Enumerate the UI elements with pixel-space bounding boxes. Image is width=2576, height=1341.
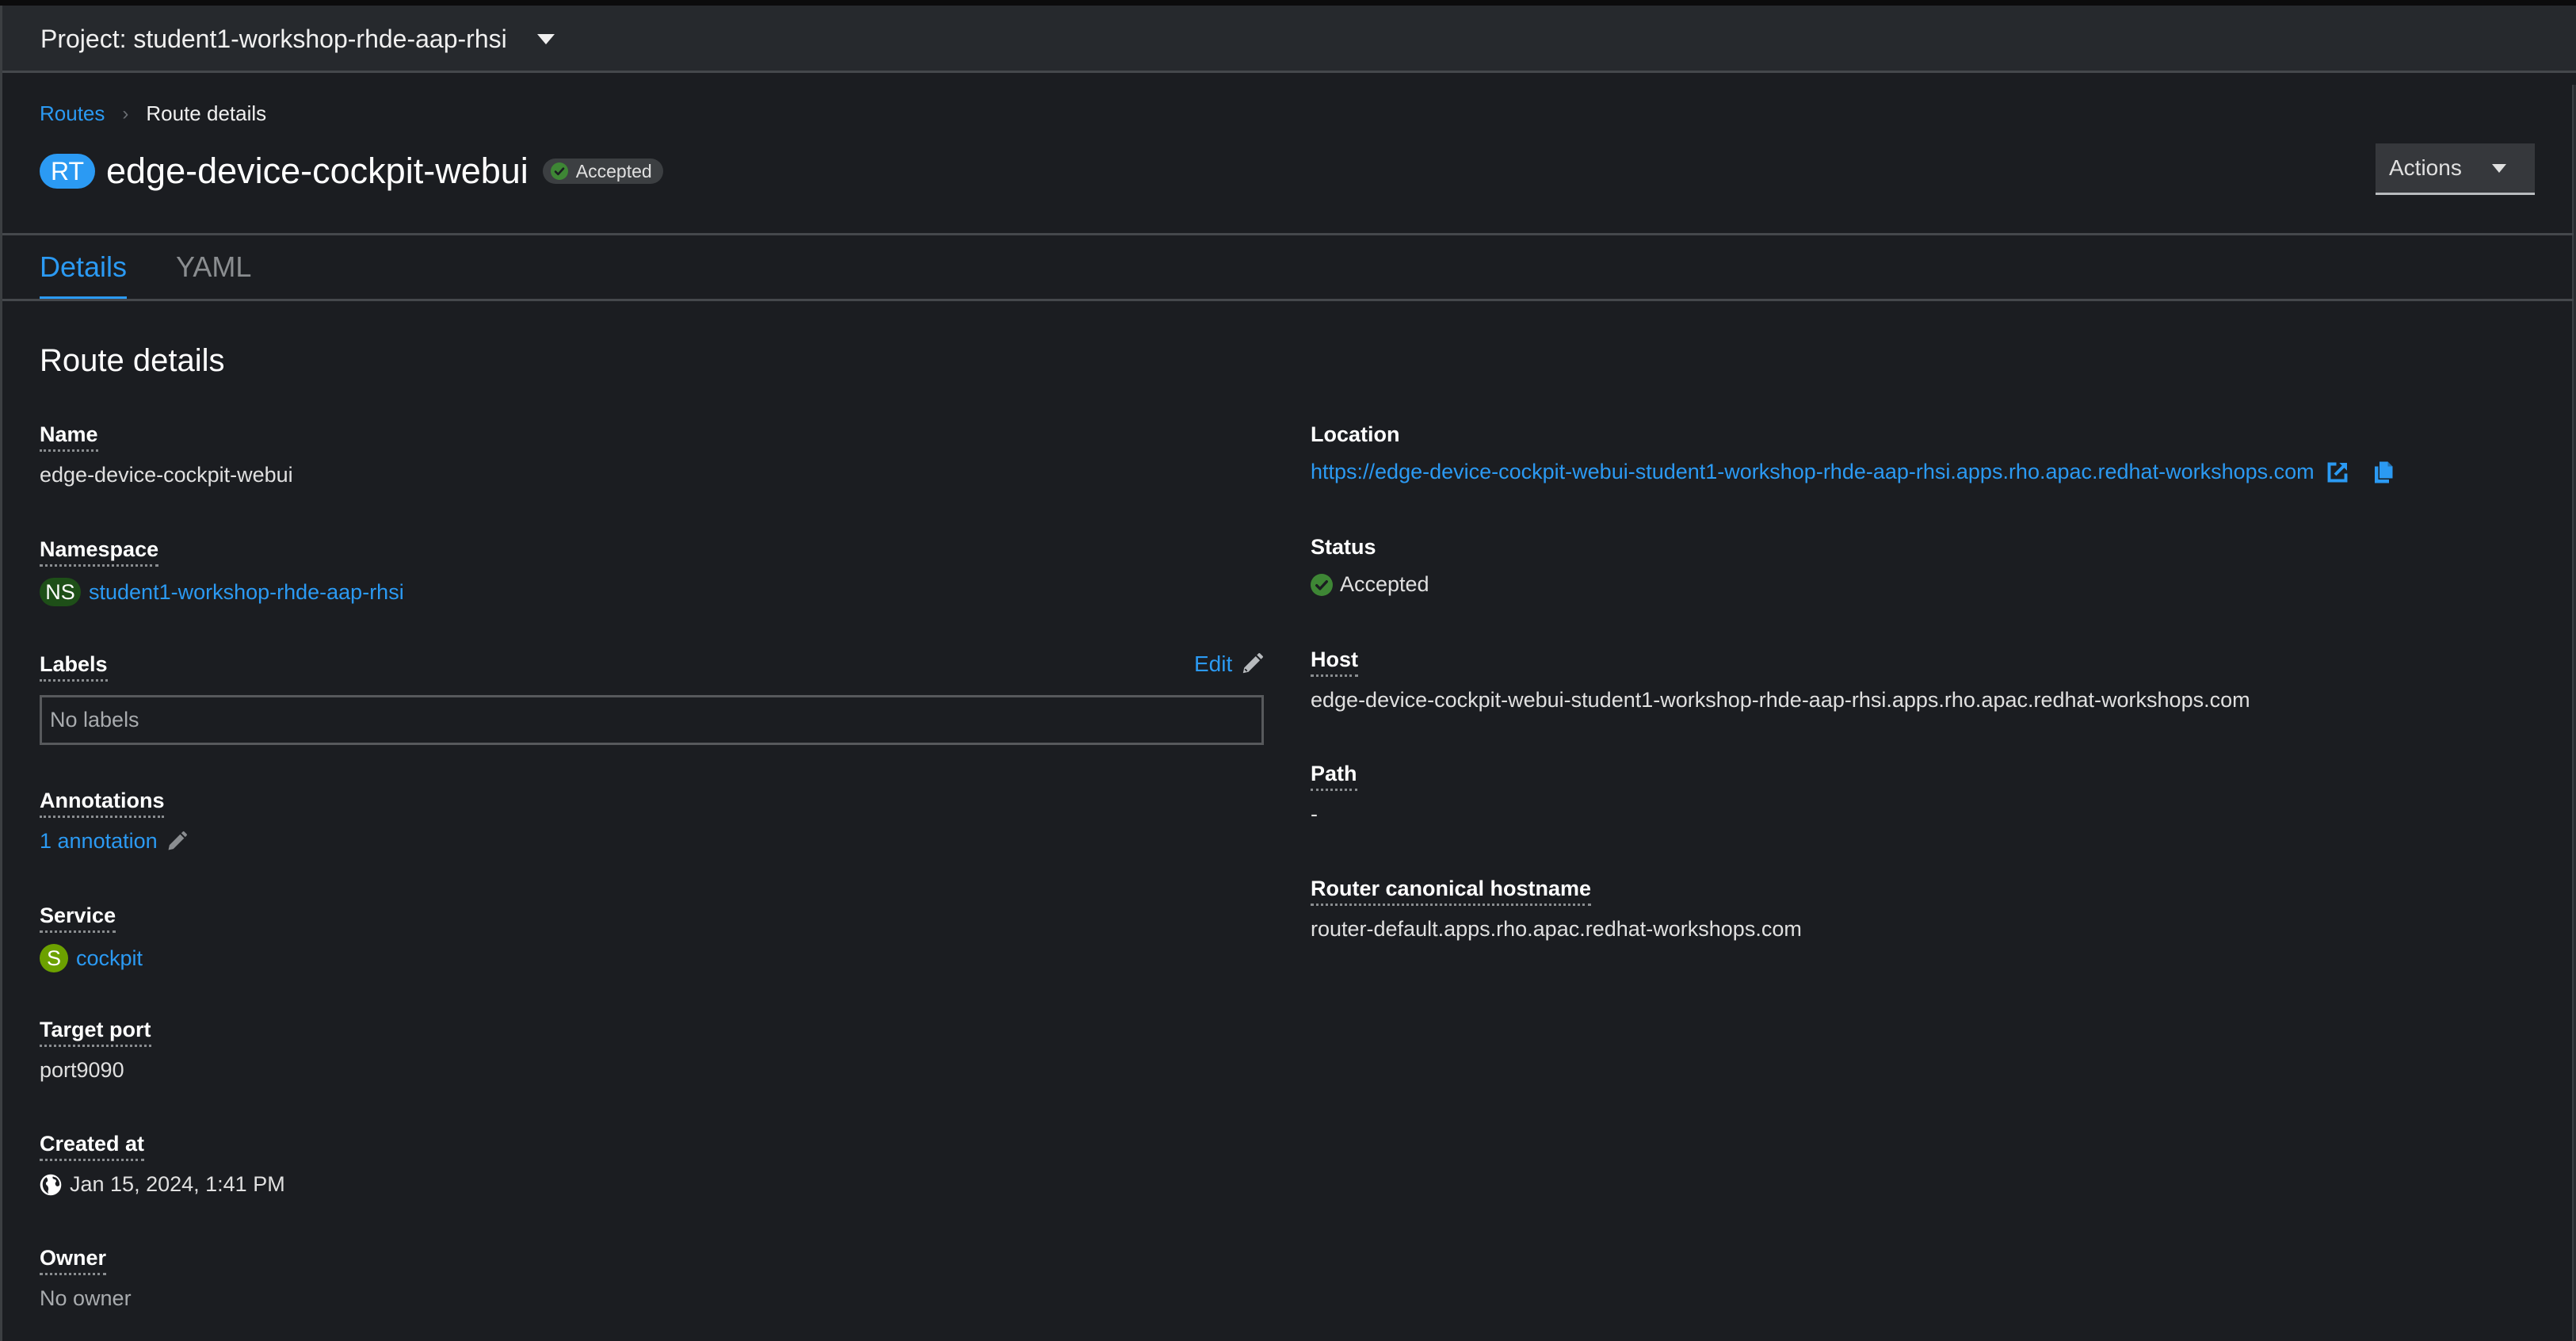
page-header: RT edge-device-cockpit-webui Accepted bbox=[40, 147, 663, 195]
field-value: S cockpit bbox=[40, 944, 143, 972]
scrollbar[interactable] bbox=[2572, 85, 2576, 1341]
open-external-link-button[interactable] bbox=[2326, 460, 2349, 484]
field-host: Host edge-device-cockpit-webui-student1-… bbox=[1311, 648, 2250, 713]
field-value: router-default.apps.rho.apac.redhat-work… bbox=[1311, 917, 1802, 941]
copy-icon bbox=[2374, 461, 2393, 483]
project-label: Project: student1-workshop-rhde-aap-rhsi bbox=[40, 24, 507, 53]
external-link-icon bbox=[2327, 462, 2348, 482]
field-labels: Labels bbox=[40, 652, 108, 682]
pencil-icon bbox=[1243, 653, 1264, 674]
status-badge: Accepted bbox=[542, 159, 663, 184]
field-value: edge-device-cockpit-webui bbox=[40, 463, 293, 487]
field-label: Status bbox=[1311, 535, 1376, 559]
field-label: Owner bbox=[40, 1246, 107, 1275]
field-value: Accepted bbox=[1311, 572, 1429, 597]
edit-labels-text: Edit bbox=[1194, 651, 1233, 676]
field-value: No owner bbox=[40, 1286, 132, 1310]
tab-bar: Details YAML bbox=[40, 238, 300, 301]
field-label: Location bbox=[1311, 422, 1400, 446]
service-badge: S bbox=[40, 944, 68, 972]
pencil-icon bbox=[168, 831, 187, 850]
field-label: Router canonical hostname bbox=[1311, 877, 1592, 906]
field-label: Service bbox=[40, 904, 116, 933]
field-label: Created at bbox=[40, 1132, 145, 1161]
field-value: port9090 bbox=[40, 1058, 124, 1082]
no-labels-text: No labels bbox=[50, 708, 139, 732]
tab-details[interactable]: Details bbox=[40, 238, 128, 301]
divider bbox=[2, 299, 2574, 301]
field-label: Target port bbox=[40, 1018, 151, 1047]
edit-annotations-button[interactable] bbox=[166, 831, 188, 853]
field-value: - bbox=[1311, 802, 1318, 826]
caret-down-icon bbox=[536, 33, 555, 44]
field-value: NS student1-workshop-rhde-aap-rhsi bbox=[40, 578, 404, 606]
annotations-link[interactable]: 1 annotation bbox=[40, 829, 158, 854]
copy-to-clipboard-button[interactable] bbox=[2373, 460, 2395, 484]
project-selector-dropdown[interactable]: Project: student1-workshop-rhde-aap-rhsi bbox=[40, 21, 555, 56]
created-at-value: Jan 15, 2024, 1:41 PM bbox=[70, 1172, 285, 1196]
field-target-port: Target port port9090 bbox=[40, 1018, 151, 1083]
field-status: Status Accepted bbox=[1311, 535, 1429, 597]
breadcrumb-routes-link[interactable]: Routes bbox=[40, 101, 105, 126]
check-circle-icon bbox=[550, 162, 568, 180]
field-value: Jan 15, 2024, 1:41 PM bbox=[40, 1172, 285, 1197]
field-label: Name bbox=[40, 422, 98, 452]
field-annotations: Annotations 1 annotation bbox=[40, 789, 188, 854]
status-value: Accepted bbox=[1340, 572, 1429, 596]
field-owner: Owner No owner bbox=[40, 1246, 132, 1311]
left-edge-divider bbox=[0, 6, 2, 1341]
breadcrumb: Routes › Route details bbox=[40, 101, 266, 126]
labels-box: No labels bbox=[40, 695, 1264, 745]
field-label: Host bbox=[1311, 648, 1358, 677]
location-link[interactable]: https://edge-device-cockpit-webui-studen… bbox=[1311, 460, 2315, 484]
field-value: edge-device-cockpit-webui-student1-works… bbox=[1311, 688, 2250, 712]
route-resource-badge: RT bbox=[40, 154, 95, 189]
actions-dropdown-button[interactable]: Actions bbox=[2376, 143, 2535, 195]
field-value: 1 annotation bbox=[40, 829, 188, 854]
page-title: edge-device-cockpit-webui bbox=[106, 151, 529, 191]
globe-icon bbox=[40, 1174, 62, 1195]
status-badge-text: Accepted bbox=[575, 160, 652, 181]
field-router-canonical-hostname: Router canonical hostname router-default… bbox=[1311, 877, 1802, 942]
field-path: Path - bbox=[1311, 762, 1357, 827]
project-bar: Project: student1-workshop-rhde-aap-rhsi bbox=[2, 6, 2576, 73]
field-value: https://edge-device-cockpit-webui-studen… bbox=[1311, 460, 2395, 484]
chevron-right-icon: › bbox=[122, 102, 129, 124]
window-top-edge bbox=[0, 0, 2576, 6]
field-name: Name edge-device-cockpit-webui bbox=[40, 422, 293, 487]
namespace-link[interactable]: student1-workshop-rhde-aap-rhsi bbox=[89, 580, 404, 605]
actions-label: Actions bbox=[2389, 155, 2462, 180]
namespace-badge: NS bbox=[40, 578, 81, 606]
field-label: Annotations bbox=[40, 789, 165, 818]
field-label: Namespace bbox=[40, 537, 159, 567]
service-link[interactable]: cockpit bbox=[76, 946, 143, 971]
field-created-at: Created at Jan 15, 2024, 1:41 PM bbox=[40, 1132, 285, 1197]
field-namespace: Namespace NS student1-workshop-rhde-aap-… bbox=[40, 537, 404, 606]
field-service: Service S cockpit bbox=[40, 904, 143, 972]
section-title: Route details bbox=[40, 343, 225, 378]
field-location: Location https://edge-device-cockpit-web… bbox=[1311, 422, 2395, 484]
divider bbox=[2, 233, 2574, 235]
breadcrumb-current: Route details bbox=[146, 101, 267, 125]
caret-down-icon bbox=[2491, 163, 2506, 173]
field-label: Labels bbox=[40, 652, 108, 682]
check-circle-icon bbox=[1311, 573, 1333, 596]
tab-yaml[interactable]: YAML bbox=[176, 238, 251, 301]
edit-labels-button[interactable]: Edit bbox=[1194, 651, 1264, 677]
field-label: Path bbox=[1311, 762, 1357, 791]
